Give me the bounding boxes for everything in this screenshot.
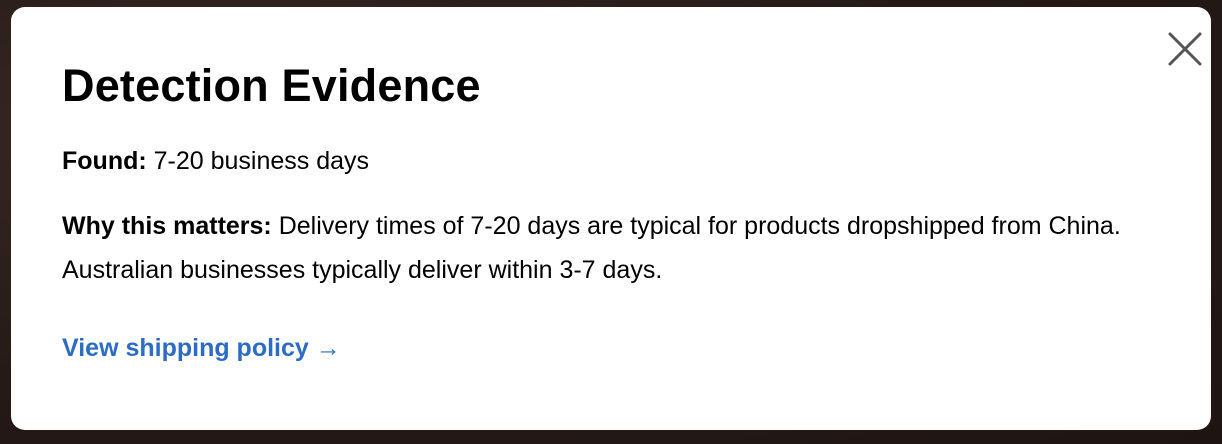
found-value: 7-20 business days xyxy=(153,147,370,175)
detection-evidence-dialog: Detection Evidence Found: 7-20 business … xyxy=(11,7,1211,430)
close-button[interactable] xyxy=(1165,29,1205,69)
why-label: Why this matters: xyxy=(62,211,272,240)
close-icon xyxy=(1168,32,1202,66)
found-line: Found: 7-20 business days xyxy=(62,145,1160,178)
view-shipping-policy-link[interactable]: View shipping policy → xyxy=(62,334,341,363)
found-label: Found: xyxy=(62,147,147,175)
dialog-title: Detection Evidence xyxy=(62,60,481,111)
why-this-matters-paragraph: Why this matters: Delivery times of 7-20… xyxy=(62,204,1160,292)
